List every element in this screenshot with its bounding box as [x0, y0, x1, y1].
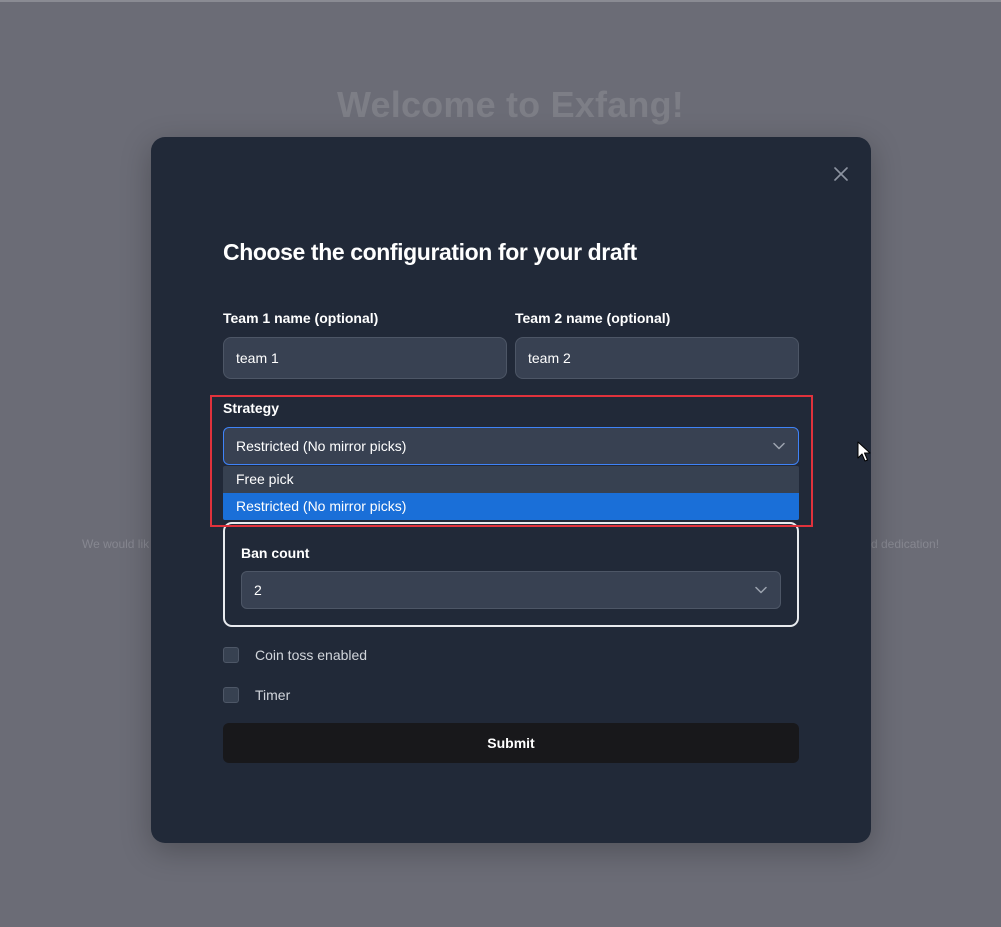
modal-title: Choose the configuration for your draft — [223, 239, 637, 265]
background-text-fragment-left: We would lik — [82, 537, 150, 551]
chevron-down-icon — [754, 572, 768, 608]
team1-label: Team 1 name (optional) — [223, 310, 379, 326]
strategy-option-free-pick[interactable]: Free pick — [223, 466, 799, 493]
top-border — [0, 0, 1001, 2]
strategy-selected-value: Restricted (No mirror picks) — [236, 438, 407, 454]
draft-config-modal: Choose the configuration for your draft … — [151, 137, 871, 843]
ban-count-card: Ban count 2 — [223, 522, 799, 627]
coin-toss-label: Coin toss enabled — [255, 647, 368, 663]
ban-count-select[interactable]: 2 — [241, 571, 781, 609]
page-title: Welcome to Exfang! — [337, 84, 684, 125]
timer-row[interactable]: Timer — [223, 685, 290, 705]
team2-label: Team 2 name (optional) — [515, 310, 671, 326]
close-icon[interactable] — [831, 165, 851, 185]
mouse-cursor-icon — [857, 441, 871, 463]
coin-toss-row[interactable]: Coin toss enabled — [223, 645, 367, 665]
timer-checkbox[interactable] — [223, 687, 239, 703]
background-text-fragment-right: d dedication! — [871, 537, 940, 551]
team2-name-input[interactable] — [515, 337, 799, 379]
ban-count-label: Ban count — [241, 545, 310, 561]
coin-toss-checkbox[interactable] — [223, 647, 239, 663]
ban-count-selected-value: 2 — [254, 582, 262, 598]
chevron-down-icon — [772, 428, 786, 464]
strategy-option-restricted[interactable]: Restricted (No mirror picks) — [223, 493, 799, 520]
timer-label: Timer — [255, 687, 291, 703]
close-icon-glyph — [834, 167, 848, 181]
strategy-select[interactable]: Restricted (No mirror picks) — [223, 427, 799, 465]
strategy-label: Strategy — [223, 400, 280, 416]
team1-name-input[interactable] — [223, 337, 507, 379]
submit-button[interactable]: Submit — [223, 723, 799, 763]
strategy-dropdown-list: Free pick Restricted (No mirror picks) — [223, 466, 799, 520]
